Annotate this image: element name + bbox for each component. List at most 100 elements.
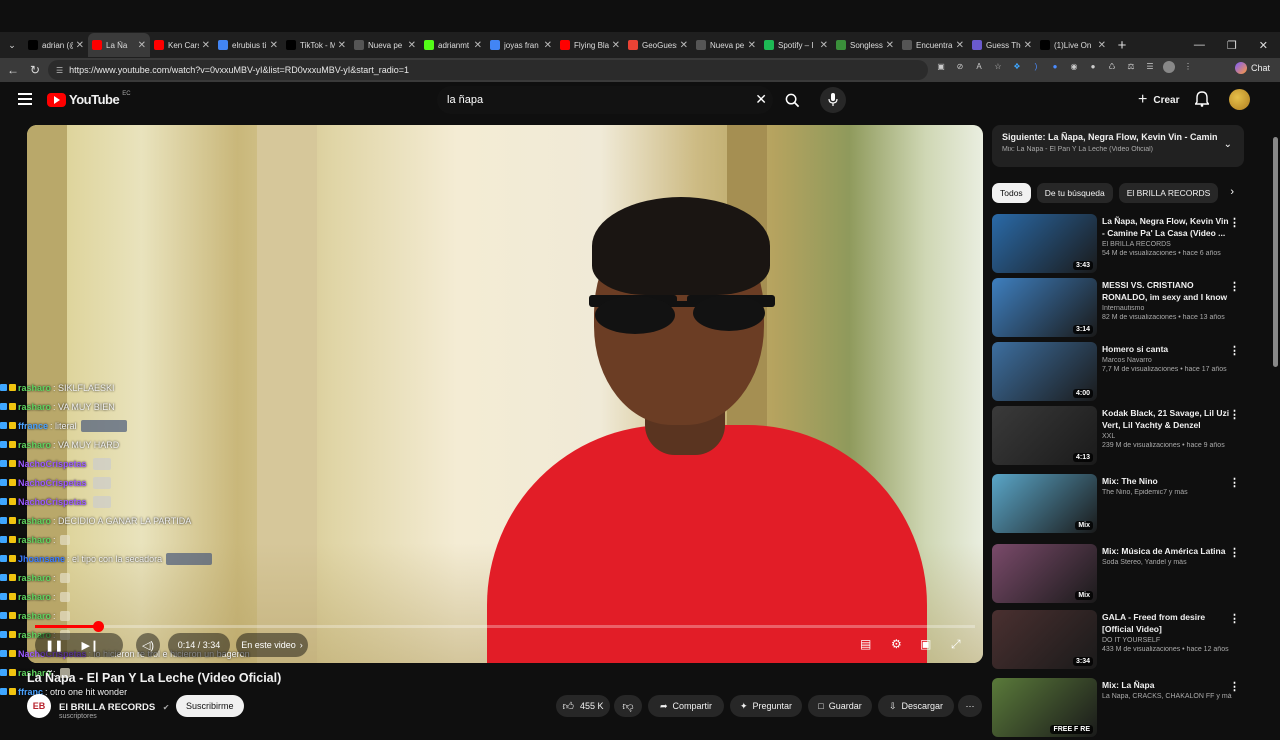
pause-icon[interactable]: ❚❚ (45, 639, 63, 652)
create-button[interactable]: + Crear (1128, 87, 1189, 113)
close-tab-icon[interactable]: ✕ (544, 40, 552, 51)
youtube-logo[interactable]: YouTube EC (47, 91, 131, 107)
more-actions-button[interactable]: ⋯ (958, 695, 982, 717)
menu-icon[interactable] (18, 93, 32, 105)
browser-tab[interactable]: Guess The✕ (968, 33, 1036, 57)
search-button[interactable] (775, 86, 809, 114)
minimize-icon[interactable]: — (1194, 39, 1205, 51)
scrubber-handle[interactable] (92, 621, 104, 632)
video-thumbnail[interactable]: 4:00 (992, 342, 1097, 401)
mix-playlist-panel[interactable]: Siguiente: La Ñapa, Negra Flow, Kevin Vi… (992, 125, 1244, 167)
more-vertical-icon[interactable]: ⋮ (1229, 408, 1240, 421)
reading-list-icon[interactable]: ☰ (1144, 61, 1156, 73)
video-thumbnail[interactable]: 3:14 (992, 278, 1097, 337)
chevron-down-icon[interactable]: ⌄ (1224, 139, 1232, 150)
recommended-video[interactable]: FREE F RE Mix: La Ñapa La Ñapa, CRACKS, CH… (992, 678, 1252, 740)
filter-chip[interactable]: Todos (992, 183, 1031, 203)
clear-search-icon[interactable]: ✕ (755, 91, 767, 108)
recommended-video[interactable]: 3:34 GALA - Freed from desire [Official V… (992, 610, 1252, 672)
recommended-video[interactable]: 3:14 MESSI VS. CRISTIANO RONALDO, im sexy… (992, 278, 1252, 340)
channel-name[interactable]: El BRILLA RECORDS (59, 702, 155, 713)
close-tab-icon[interactable]: ✕ (338, 40, 346, 51)
restore-icon[interactable]: ❐ (1227, 39, 1237, 52)
extension-globe-icon[interactable]: ● (1049, 61, 1061, 73)
video-title[interactable]: Kodak Black, 21 Savage, Lil Uzi Vert, Li… (1102, 407, 1232, 431)
video-title[interactable]: Mix: La Ñapa (1102, 679, 1232, 691)
close-tab-icon[interactable]: ✕ (474, 40, 482, 51)
video-thumbnail[interactable]: FREE F RE (992, 678, 1097, 737)
more-vertical-icon[interactable]: ⋮ (1229, 546, 1240, 559)
page-scrollbar[interactable] (1270, 125, 1280, 720)
like-button[interactable]: 👍︎ 455 K (556, 695, 610, 717)
fullscreen-icon[interactable]: ⤢ (951, 637, 961, 652)
miniplayer-icon[interactable]: ▣ (920, 637, 931, 651)
progress-bar[interactable] (35, 621, 975, 632)
next-icon[interactable]: ▶❙ (81, 639, 99, 652)
share-button[interactable]: ➦ Compartir (648, 695, 724, 717)
extension-blue-icon[interactable]: ❖ (1011, 61, 1023, 73)
more-vertical-icon[interactable]: ⋮ (1229, 280, 1240, 293)
filter-chip[interactable]: De tu búsqueda (1036, 183, 1113, 203)
eye-off-icon[interactable]: ⊘ (954, 61, 966, 73)
browser-tab[interactable]: La Ña ✕ (88, 33, 150, 57)
video-title[interactable]: GALA - Freed from desire [Official Video… (1102, 611, 1232, 635)
video-title[interactable]: MESSI VS. CRISTIANO RONALDO, im sexy and… (1102, 279, 1232, 303)
close-tab-icon[interactable]: ✕ (76, 40, 84, 51)
recommended-video[interactable]: 4:13 Kodak Black, 21 Savage, Lil Uzi Vert… (992, 406, 1252, 468)
volume-button[interactable]: ◁) (136, 633, 160, 657)
extension-shield-icon[interactable]: ◉ (1068, 61, 1080, 73)
download-button[interactable]: ⇩ Descargar (878, 695, 954, 717)
new-tab-button[interactable]: + (1110, 37, 1134, 54)
close-tab-icon[interactable]: ✕ (408, 40, 416, 51)
chat-button[interactable]: Chat (1234, 62, 1270, 74)
video-thumbnail[interactable]: 4:13 (992, 406, 1097, 465)
channel-avatar[interactable]: EB (27, 694, 51, 718)
tab-search-icon[interactable]: ⌄ (0, 40, 24, 51)
channel-name[interactable]: DO IT YOURSELF (1102, 637, 1232, 644)
video-thumbnail[interactable]: 3:34 (992, 610, 1097, 669)
filter-chip[interactable]: El BRILLA RECORDS (1118, 183, 1219, 203)
search-input[interactable] (447, 94, 737, 106)
more-vertical-icon[interactable]: ⋮ (1229, 476, 1240, 489)
browser-tab[interactable]: TikTok - M ✕ (282, 33, 350, 57)
browser-tab[interactable]: (1)Live On ✕ (1036, 33, 1110, 57)
browser-tab[interactable]: Encuentra ✕ (898, 33, 968, 57)
close-tab-icon[interactable]: ✕ (1024, 40, 1032, 51)
chevron-right-icon[interactable]: › (1230, 186, 1234, 198)
browser-tab[interactable]: Nueva pe ✕ (350, 33, 420, 57)
browser-tab[interactable]: joyas fran ✕ (486, 33, 556, 57)
dislike-button[interactable]: 👎︎ (614, 695, 642, 717)
browser-tab[interactable]: Flying Bla ✕ (556, 33, 624, 57)
notifications-bell-icon[interactable] (1194, 91, 1210, 112)
browser-tab[interactable]: Spotify – I ✕ (760, 33, 832, 57)
browser-tab[interactable]: Songless ✕ (832, 33, 898, 57)
video-title[interactable]: La Ñapa, Negra Flow, Kevin Vin - Camine … (1102, 215, 1232, 239)
channel-name[interactable]: The Nino, Epidemic7 y más (1102, 489, 1232, 496)
recommended-video[interactable]: 3:43 La Ñapa, Negra Flow, Kevin Vin - Cam… (992, 214, 1252, 276)
recommended-video[interactable]: Mix Mix: Música de América Latina Soda Ste… (992, 544, 1252, 606)
subscribe-button[interactable]: Suscribirme (176, 695, 244, 717)
channel-name[interactable]: Soda Stereo, Yandel y más (1102, 559, 1232, 566)
browser-tab[interactable]: Nueva pe ✕ (692, 33, 760, 57)
save-button[interactable]: □ Guardar (808, 695, 872, 717)
url-field[interactable]: ☰ https://www.youtube.com/watch?v=0vxxuM… (48, 60, 928, 80)
close-tab-icon[interactable]: ✕ (956, 40, 964, 51)
channel-name[interactable]: El BRILLA RECORDS (1102, 241, 1232, 248)
close-tab-icon[interactable]: ✕ (270, 40, 278, 51)
recommended-video[interactable]: Mix Mix: The Nino The Nino, Epidemic7 y má… (992, 474, 1252, 536)
video-thumbnail[interactable]: Mix (992, 474, 1097, 533)
video-title[interactable]: Mix: The Nino (1102, 475, 1232, 487)
video-thumbnail[interactable]: 3:43 (992, 214, 1097, 273)
menu-dots-icon[interactable]: ⋮ (1182, 61, 1194, 73)
browser-tab[interactable]: elrubius ti ✕ (214, 33, 282, 57)
close-tab-icon[interactable]: ✕ (748, 40, 756, 51)
channel-name[interactable]: La Ñapa, CRACKS, CHAKALON FF y más (1102, 693, 1232, 700)
close-tab-icon[interactable]: ✕ (202, 40, 210, 51)
channel-name[interactable]: Marcos Navarro (1102, 357, 1232, 364)
browser-tab[interactable]: Ken Carso✕ (150, 33, 214, 57)
channel-name[interactable]: XXL (1102, 433, 1232, 440)
reload-icon[interactable]: ↻ (24, 63, 46, 77)
recommended-video[interactable]: 4:00 Homero si canta Marcos Navarro 7,7 M d… (992, 342, 1252, 404)
video-title[interactable]: Homero si canta (1102, 343, 1232, 355)
ask-button[interactable]: ✦ Preguntar (730, 695, 802, 717)
